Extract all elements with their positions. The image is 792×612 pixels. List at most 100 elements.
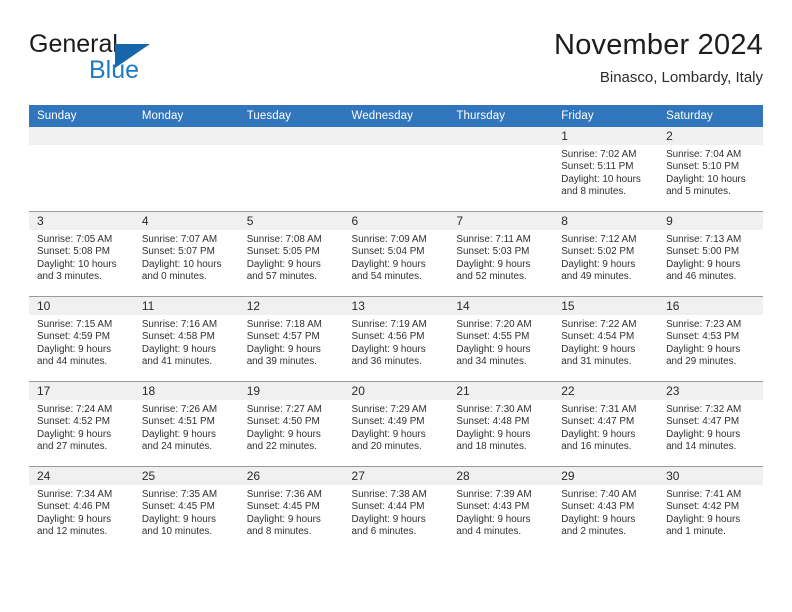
calendar-day-cell[interactable]: 14 Sunrise: 7:20 AM Sunset: 4:55 PM Dayligh… — [448, 296, 554, 382]
calendar-grid: Sunday Monday Tuesday Wednesday Thursday… — [29, 105, 763, 551]
calendar-day-cell[interactable]: 6 Sunrise: 7:09 AM Sunset: 5:04 PM Daylight… — [343, 211, 449, 297]
calendar-day-cell[interactable]: 7 Sunrise: 7:11 AM Sunset: 5:03 PM Daylight… — [448, 211, 554, 297]
sunset-text: Sunset: 5:05 PM — [246, 246, 320, 258]
day-cell-content: 12 Sunrise: 7:18 AM Sunset: 4:57 PM Dayligh… — [238, 297, 344, 381]
day-cell-content: 30 Sunrise: 7:41 AM Sunset: 4:42 PM Dayligh… — [658, 467, 763, 551]
daylight-text-line1: Daylight: 9 hours — [561, 258, 636, 270]
calendar-week-row: 24 Sunrise: 7:34 AM Sunset: 4:46 PM Dayligh… — [29, 466, 763, 551]
daylight-text-line1: Daylight: 9 hours — [351, 258, 426, 270]
daylight-text-line1: Daylight: 9 hours — [351, 513, 426, 525]
day-number: 29 — [553, 467, 659, 485]
day-details: Sunrise: 7:09 AM Sunset: 5:04 PM Daylight:… — [344, 230, 449, 284]
daylight-text-line2: and 57 minutes. — [246, 271, 317, 283]
sunrise-text: Sunrise: 7:32 AM — [666, 404, 742, 415]
day-cell-content: 22 Sunrise: 7:31 AM Sunset: 4:47 PM Dayligh… — [553, 382, 659, 466]
sunrise-text: Sunrise: 7:15 AM — [37, 319, 113, 330]
day-cell-content — [448, 127, 554, 211]
day-cell-content: 13 Sunrise: 7:19 AM Sunset: 4:56 PM Dayligh… — [343, 297, 449, 381]
calendar-day-cell[interactable]: 2 Sunrise: 7:04 AM Sunset: 5:10 PM Daylight… — [658, 127, 763, 212]
sunset-text: Sunset: 4:47 PM — [561, 416, 635, 428]
day-number: 18 — [133, 382, 239, 400]
day-cell-content: 1 Sunrise: 7:02 AM Sunset: 5:11 PM Daylight… — [553, 127, 659, 211]
day-cell-content — [29, 127, 134, 211]
daylight-text-line2: and 5 minutes. — [666, 186, 731, 198]
sunrise-text: Sunrise: 7:39 AM — [456, 489, 532, 500]
daylight-text-line2: and 4 minutes. — [456, 526, 522, 538]
sunrise-text: Sunrise: 7:26 AM — [141, 404, 218, 415]
calendar-day-cell[interactable]: 5 Sunrise: 7:08 AM Sunset: 5:05 PM Daylight… — [238, 211, 344, 297]
calendar-empty-cell — [29, 127, 134, 212]
sunrise-text: Sunrise: 7:20 AM — [456, 319, 532, 330]
day-cell-content: 17 Sunrise: 7:24 AM Sunset: 4:52 PM Dayligh… — [29, 382, 134, 466]
calendar-empty-cell — [133, 127, 239, 212]
day-number: 10 — [29, 297, 134, 315]
daylight-text-line1: Daylight: 9 hours — [351, 428, 426, 440]
calendar-day-cell[interactable]: 16 Sunrise: 7:23 AM Sunset: 4:53 PM Dayligh… — [658, 296, 763, 382]
daylight-text-line1: Daylight: 9 hours — [666, 343, 741, 355]
day-cell-content: 19 Sunrise: 7:27 AM Sunset: 4:50 PM Dayligh… — [238, 382, 344, 466]
calendar-day-cell[interactable]: 15 Sunrise: 7:22 AM Sunset: 4:54 PM Dayligh… — [553, 296, 659, 382]
day-details: Sunrise: 7:29 AM Sunset: 4:49 PM Daylight:… — [344, 400, 449, 454]
day-number: 9 — [658, 212, 763, 230]
daylight-text-line2: and 49 minutes. — [561, 271, 632, 283]
calendar-empty-cell — [238, 127, 344, 212]
calendar-day-cell[interactable]: 18 Sunrise: 7:26 AM Sunset: 4:51 PM Dayligh… — [133, 381, 239, 467]
sunrise-text: Sunrise: 7:19 AM — [351, 319, 427, 330]
calendar-day-cell[interactable]: 28 Sunrise: 7:39 AM Sunset: 4:43 PM Dayligh… — [448, 466, 554, 551]
calendar-day-cell[interactable]: 8 Sunrise: 7:12 AM Sunset: 5:02 PM Daylight… — [553, 211, 659, 297]
calendar-day-cell[interactable]: 1 Sunrise: 7:02 AM Sunset: 5:11 PM Daylight… — [553, 127, 659, 212]
daylight-text-line2: and 27 minutes. — [37, 441, 108, 453]
calendar-day-cell[interactable]: 3 Sunrise: 7:05 AM Sunset: 5:08 PM Daylight… — [29, 211, 134, 297]
sunset-text: Sunset: 4:51 PM — [141, 416, 215, 428]
calendar-day-cell[interactable]: 27 Sunrise: 7:38 AM Sunset: 4:44 PM Dayligh… — [343, 466, 449, 551]
day-number: 5 — [238, 212, 344, 230]
day-number: 12 — [238, 297, 344, 315]
daylight-text-line2: and 41 minutes. — [141, 356, 213, 368]
calendar-day-cell[interactable]: 26 Sunrise: 7:36 AM Sunset: 4:45 PM Dayligh… — [238, 466, 344, 551]
day-cell-content: 28 Sunrise: 7:39 AM Sunset: 4:43 PM Dayligh… — [448, 467, 554, 551]
calendar-day-cell[interactable]: 20 Sunrise: 7:29 AM Sunset: 4:49 PM Dayligh… — [343, 381, 449, 467]
day-number — [238, 127, 344, 145]
day-number — [343, 127, 449, 145]
day-details: Sunrise: 7:26 AM Sunset: 4:51 PM Daylight:… — [134, 400, 239, 454]
daylight-text-line1: Daylight: 9 hours — [561, 513, 636, 525]
calendar-day-cell[interactable]: 19 Sunrise: 7:27 AM Sunset: 4:50 PM Dayligh… — [238, 381, 344, 467]
daylight-text-line2: and 10 minutes. — [141, 526, 213, 538]
day-number: 30 — [658, 467, 763, 485]
calendar-day-cell[interactable]: 30 Sunrise: 7:41 AM Sunset: 4:42 PM Dayligh… — [658, 466, 763, 551]
sunset-text: Sunset: 4:55 PM — [456, 331, 530, 343]
calendar-day-cell[interactable]: 23 Sunrise: 7:32 AM Sunset: 4:47 PM Dayligh… — [658, 381, 763, 467]
calendar-day-cell[interactable]: 11 Sunrise: 7:16 AM Sunset: 4:58 PM Dayligh… — [133, 296, 239, 382]
calendar-day-cell[interactable]: 25 Sunrise: 7:35 AM Sunset: 4:45 PM Dayligh… — [133, 466, 239, 551]
daylight-text-line1: Daylight: 9 hours — [456, 343, 531, 355]
day-cell-content: 4 Sunrise: 7:07 AM Sunset: 5:07 PM Daylight… — [133, 212, 239, 296]
sunset-text: Sunset: 4:57 PM — [246, 331, 320, 343]
day-number: 15 — [553, 297, 659, 315]
calendar-day-cell[interactable]: 21 Sunrise: 7:30 AM Sunset: 4:48 PM Dayligh… — [448, 381, 554, 467]
sunrise-text: Sunrise: 7:13 AM — [666, 234, 742, 245]
calendar-day-cell[interactable]: 10 Sunrise: 7:15 AM Sunset: 4:59 PM Dayligh… — [29, 296, 134, 382]
calendar-day-cell[interactable]: 17 Sunrise: 7:24 AM Sunset: 4:52 PM Dayligh… — [29, 381, 134, 467]
brand-logo[interactable]: General Blue — [29, 30, 259, 92]
calendar-day-cell[interactable]: 9 Sunrise: 7:13 AM Sunset: 5:00 PM Daylight… — [658, 211, 763, 297]
daylight-text-line2: and 46 minutes. — [666, 271, 737, 283]
day-number: 25 — [133, 467, 239, 485]
calendar-day-cell[interactable]: 12 Sunrise: 7:18 AM Sunset: 4:57 PM Dayligh… — [238, 296, 344, 382]
day-details: Sunrise: 7:13 AM Sunset: 5:00 PM Daylight:… — [658, 230, 763, 284]
calendar-day-cell[interactable]: 24 Sunrise: 7:34 AM Sunset: 4:46 PM Dayligh… — [29, 466, 134, 551]
daylight-text-line2: and 22 minutes. — [246, 441, 317, 453]
weekday-header-tuesday: Tuesday — [238, 105, 344, 127]
daylight-text-line2: and 14 minutes. — [666, 441, 737, 453]
calendar-day-cell[interactable]: 22 Sunrise: 7:31 AM Sunset: 4:47 PM Dayligh… — [553, 381, 659, 467]
page-subtitle: Binasco, Lombardy, Italy — [599, 69, 763, 86]
calendar-day-cell[interactable]: 13 Sunrise: 7:19 AM Sunset: 4:56 PM Dayligh… — [343, 296, 449, 382]
day-cell-content: 8 Sunrise: 7:12 AM Sunset: 5:02 PM Daylight… — [553, 212, 659, 296]
day-details: Sunrise: 7:02 AM Sunset: 5:11 PM Daylight:… — [553, 145, 658, 199]
calendar-day-cell[interactable]: 4 Sunrise: 7:07 AM Sunset: 5:07 PM Daylight… — [133, 211, 239, 297]
daylight-text-line2: and 24 minutes. — [141, 441, 213, 453]
sunrise-text: Sunrise: 7:35 AM — [141, 489, 218, 500]
day-cell-content: 3 Sunrise: 7:05 AM Sunset: 5:08 PM Daylight… — [29, 212, 134, 296]
daylight-text-line1: Daylight: 9 hours — [141, 513, 216, 525]
calendar-day-cell[interactable]: 29 Sunrise: 7:40 AM Sunset: 4:43 PM Dayligh… — [553, 466, 659, 551]
sunrise-text: Sunrise: 7:04 AM — [666, 149, 742, 160]
